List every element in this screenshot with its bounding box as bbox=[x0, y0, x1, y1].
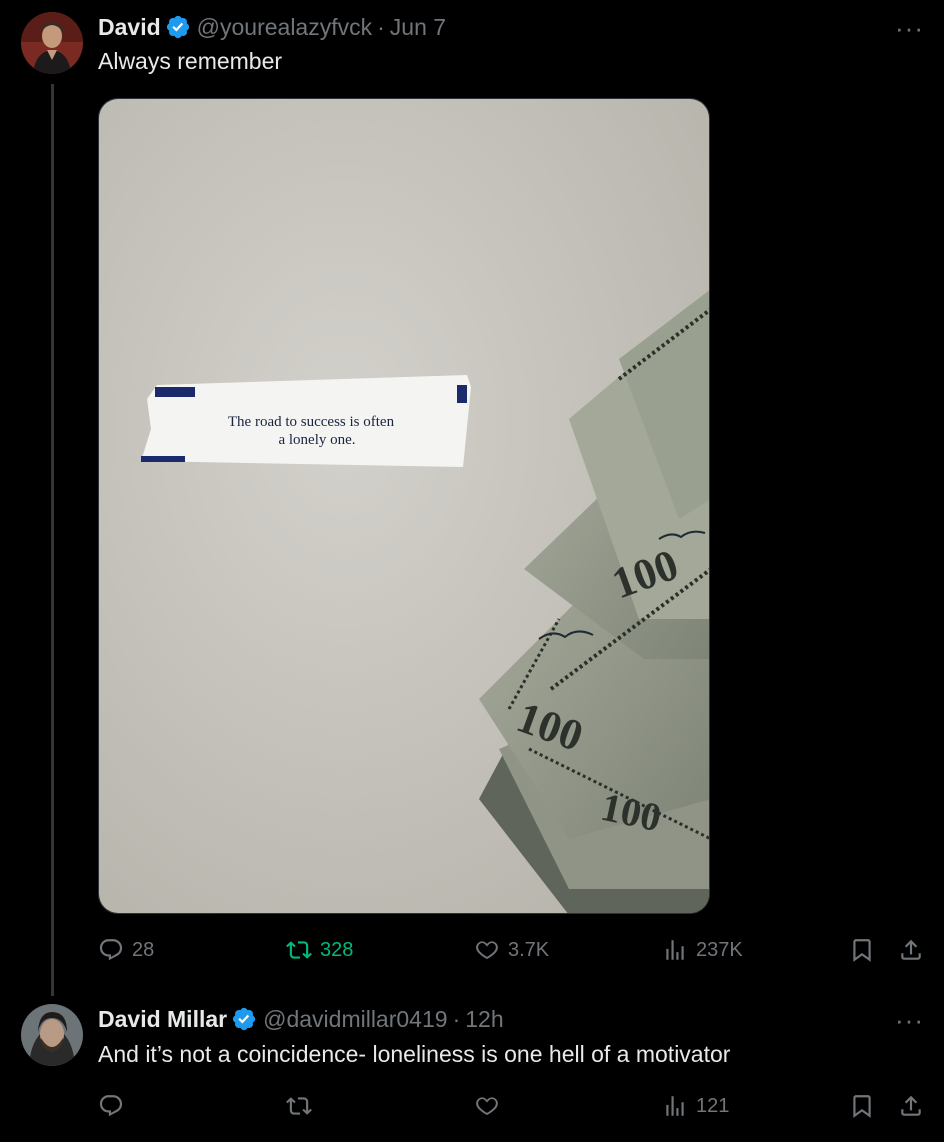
repost-button[interactable]: 328 bbox=[286, 935, 353, 965]
like-icon bbox=[476, 941, 498, 959]
author-handle[interactable]: @yourealazyfvck bbox=[197, 14, 372, 41]
timestamp[interactable]: 12h bbox=[465, 1006, 503, 1033]
views-icon bbox=[666, 1096, 684, 1116]
share-button[interactable] bbox=[898, 1091, 924, 1121]
like-icon bbox=[476, 1097, 498, 1115]
separator-dot: · bbox=[452, 1005, 461, 1032]
share-button[interactable] bbox=[898, 935, 924, 965]
more-icon[interactable]: ··· bbox=[895, 1007, 924, 1033]
author-handle[interactable]: @davidmillar0419 bbox=[263, 1006, 447, 1033]
author-name[interactable]: David bbox=[98, 14, 161, 41]
like-button[interactable]: 3.7K bbox=[474, 935, 549, 965]
reply-icon bbox=[99, 1095, 123, 1117]
photo-fortune-and-cash: 100 100 100 The road to success is often… bbox=[99, 99, 709, 913]
reply-icon bbox=[99, 939, 123, 961]
reply-count: 28 bbox=[132, 938, 155, 961]
tweet-image[interactable]: 100 100 100 The road to success is often… bbox=[98, 98, 710, 914]
like-count: 3.7K bbox=[508, 938, 550, 961]
verified-badge-icon bbox=[233, 1007, 256, 1031]
verified-badge-icon bbox=[166, 15, 189, 39]
views-button[interactable]: 121 bbox=[662, 1091, 729, 1121]
like-button[interactable] bbox=[474, 1091, 508, 1121]
fortune-text-line2: a lonely one. bbox=[278, 432, 355, 448]
tweet-text: Always remember bbox=[98, 48, 283, 74]
separator-dot: · bbox=[377, 13, 385, 40]
more-icon[interactable]: ··· bbox=[895, 15, 924, 41]
tweet-original[interactable]: David @yourealazyfvck · Jun 7 ··· Always… bbox=[0, 0, 944, 996]
fortune-slip: The road to success is often a lonely on… bbox=[141, 375, 471, 467]
tweet-text: And it’s not a coincidence- loneliness i… bbox=[98, 1041, 731, 1067]
views-count: 121 bbox=[696, 1094, 730, 1117]
repost-count: 328 bbox=[320, 938, 354, 961]
tweet-reply[interactable]: David Millar @davidmillar0419 · 12h ··· … bbox=[0, 990, 944, 1142]
avatar-david[interactable] bbox=[21, 12, 83, 74]
fortune-text-line1: The road to success is often bbox=[228, 414, 395, 430]
tweet-header: David @yourealazyfvck · Jun 7 bbox=[98, 12, 446, 42]
views-count: 237K bbox=[696, 938, 743, 961]
share-icon bbox=[901, 939, 921, 960]
bookmark-icon bbox=[853, 939, 871, 962]
share-icon bbox=[901, 1095, 921, 1116]
reply-button[interactable]: 28 bbox=[98, 935, 154, 965]
repost-icon bbox=[286, 1097, 312, 1115]
repost-icon bbox=[286, 941, 312, 959]
thread-connector-line bbox=[51, 84, 54, 996]
reply-button[interactable] bbox=[98, 1091, 132, 1121]
author-name[interactable]: David Millar bbox=[98, 1006, 227, 1033]
avatar-david-millar[interactable] bbox=[21, 1004, 83, 1066]
bookmark-button[interactable] bbox=[849, 935, 875, 965]
views-button[interactable]: 237K bbox=[662, 935, 743, 965]
bookmark-button[interactable] bbox=[849, 1091, 875, 1121]
timestamp[interactable]: Jun 7 bbox=[390, 14, 446, 41]
views-icon bbox=[666, 940, 684, 960]
repost-button[interactable] bbox=[286, 1091, 320, 1121]
tweet-header: David Millar @davidmillar0419 · 12h bbox=[98, 1004, 504, 1034]
bookmark-icon bbox=[853, 1095, 871, 1118]
